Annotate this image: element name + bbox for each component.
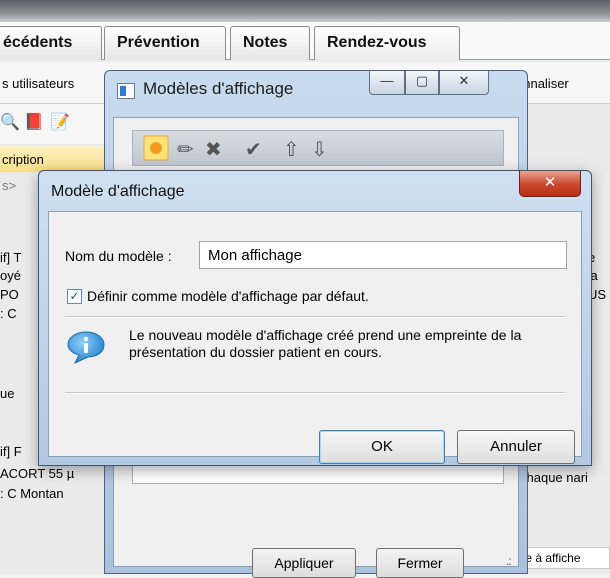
window-title: Modèles d'affichage	[143, 79, 294, 98]
ok-button[interactable]: OK	[319, 430, 445, 464]
new-star-icon[interactable]	[143, 135, 169, 167]
users-dropdown[interactable]: s utilisateurs	[2, 76, 74, 91]
list-item: ue	[0, 386, 15, 401]
cancel-button[interactable]: Annuler	[457, 430, 575, 464]
app-icon-row: 🔍 📕 📝	[0, 104, 110, 144]
info-icon	[67, 331, 105, 364]
models-toolbar: ✏ ✖ ✔ ⇧ ⇩	[132, 130, 504, 166]
list-item: oyé	[0, 268, 21, 283]
tab-notes[interactable]: Notes	[230, 26, 310, 60]
divider	[65, 316, 565, 318]
dialog-close-button[interactable]: ✕	[519, 171, 581, 197]
list-item: : C	[0, 306, 17, 321]
modele-affichage-dialog: Modèle d'affichage ✕ Nom du modèle : ✓ D…	[38, 170, 592, 466]
edit-pencil-icon[interactable]: ✏	[177, 137, 194, 162]
search-icon[interactable]: 🔍	[0, 112, 20, 134]
list-item: : C Montan	[0, 486, 64, 501]
default-model-label: Définir comme modèle d'affichage par déf…	[87, 288, 369, 304]
document-icon[interactable]: 📕	[24, 112, 44, 134]
app-top-strip	[0, 0, 610, 22]
dialog-body: Nom du modèle : ✓ Définir comme modèle d…	[48, 211, 582, 464]
validate-check-icon[interactable]: ✔	[245, 137, 262, 162]
maximize-button[interactable]: ▢	[405, 71, 439, 95]
note-icon[interactable]: 📝	[50, 112, 70, 134]
tab-bar: écédents Prévention Notes Rendez-vous	[0, 22, 610, 60]
info-message: Le nouveau modèle d'affichage créé prend…	[129, 327, 522, 360]
move-up-arrow-icon[interactable]: ⇧	[283, 137, 300, 162]
move-down-arrow-icon[interactable]: ⇩	[311, 137, 328, 162]
resize-grip-icon[interactable]: .:	[506, 554, 512, 568]
tab-antecedents[interactable]: écédents	[0, 26, 102, 60]
default-model-checkbox[interactable]: ✓	[67, 289, 82, 304]
description-header: cription	[0, 146, 110, 172]
window-icon	[117, 83, 135, 99]
list-item: ACORT 55 µ	[0, 466, 75, 481]
list-item: chaque nari	[520, 470, 588, 485]
list-item: PO	[0, 287, 19, 302]
delete-x-icon[interactable]: ✖	[205, 137, 222, 162]
minimize-button[interactable]: —	[369, 71, 405, 95]
divider	[65, 392, 565, 394]
dialog-title: Modèle d'affichage	[51, 183, 185, 200]
tab-prevention[interactable]: Prévention	[104, 26, 226, 60]
window-close-button[interactable]: ✕	[439, 71, 489, 95]
tab-rendez-vous[interactable]: Rendez-vous	[314, 26, 460, 60]
model-name-input[interactable]	[199, 241, 567, 269]
model-name-label: Nom du modèle :	[65, 248, 172, 264]
list-item: if] F	[0, 444, 22, 459]
list-item: if] T	[0, 250, 22, 265]
